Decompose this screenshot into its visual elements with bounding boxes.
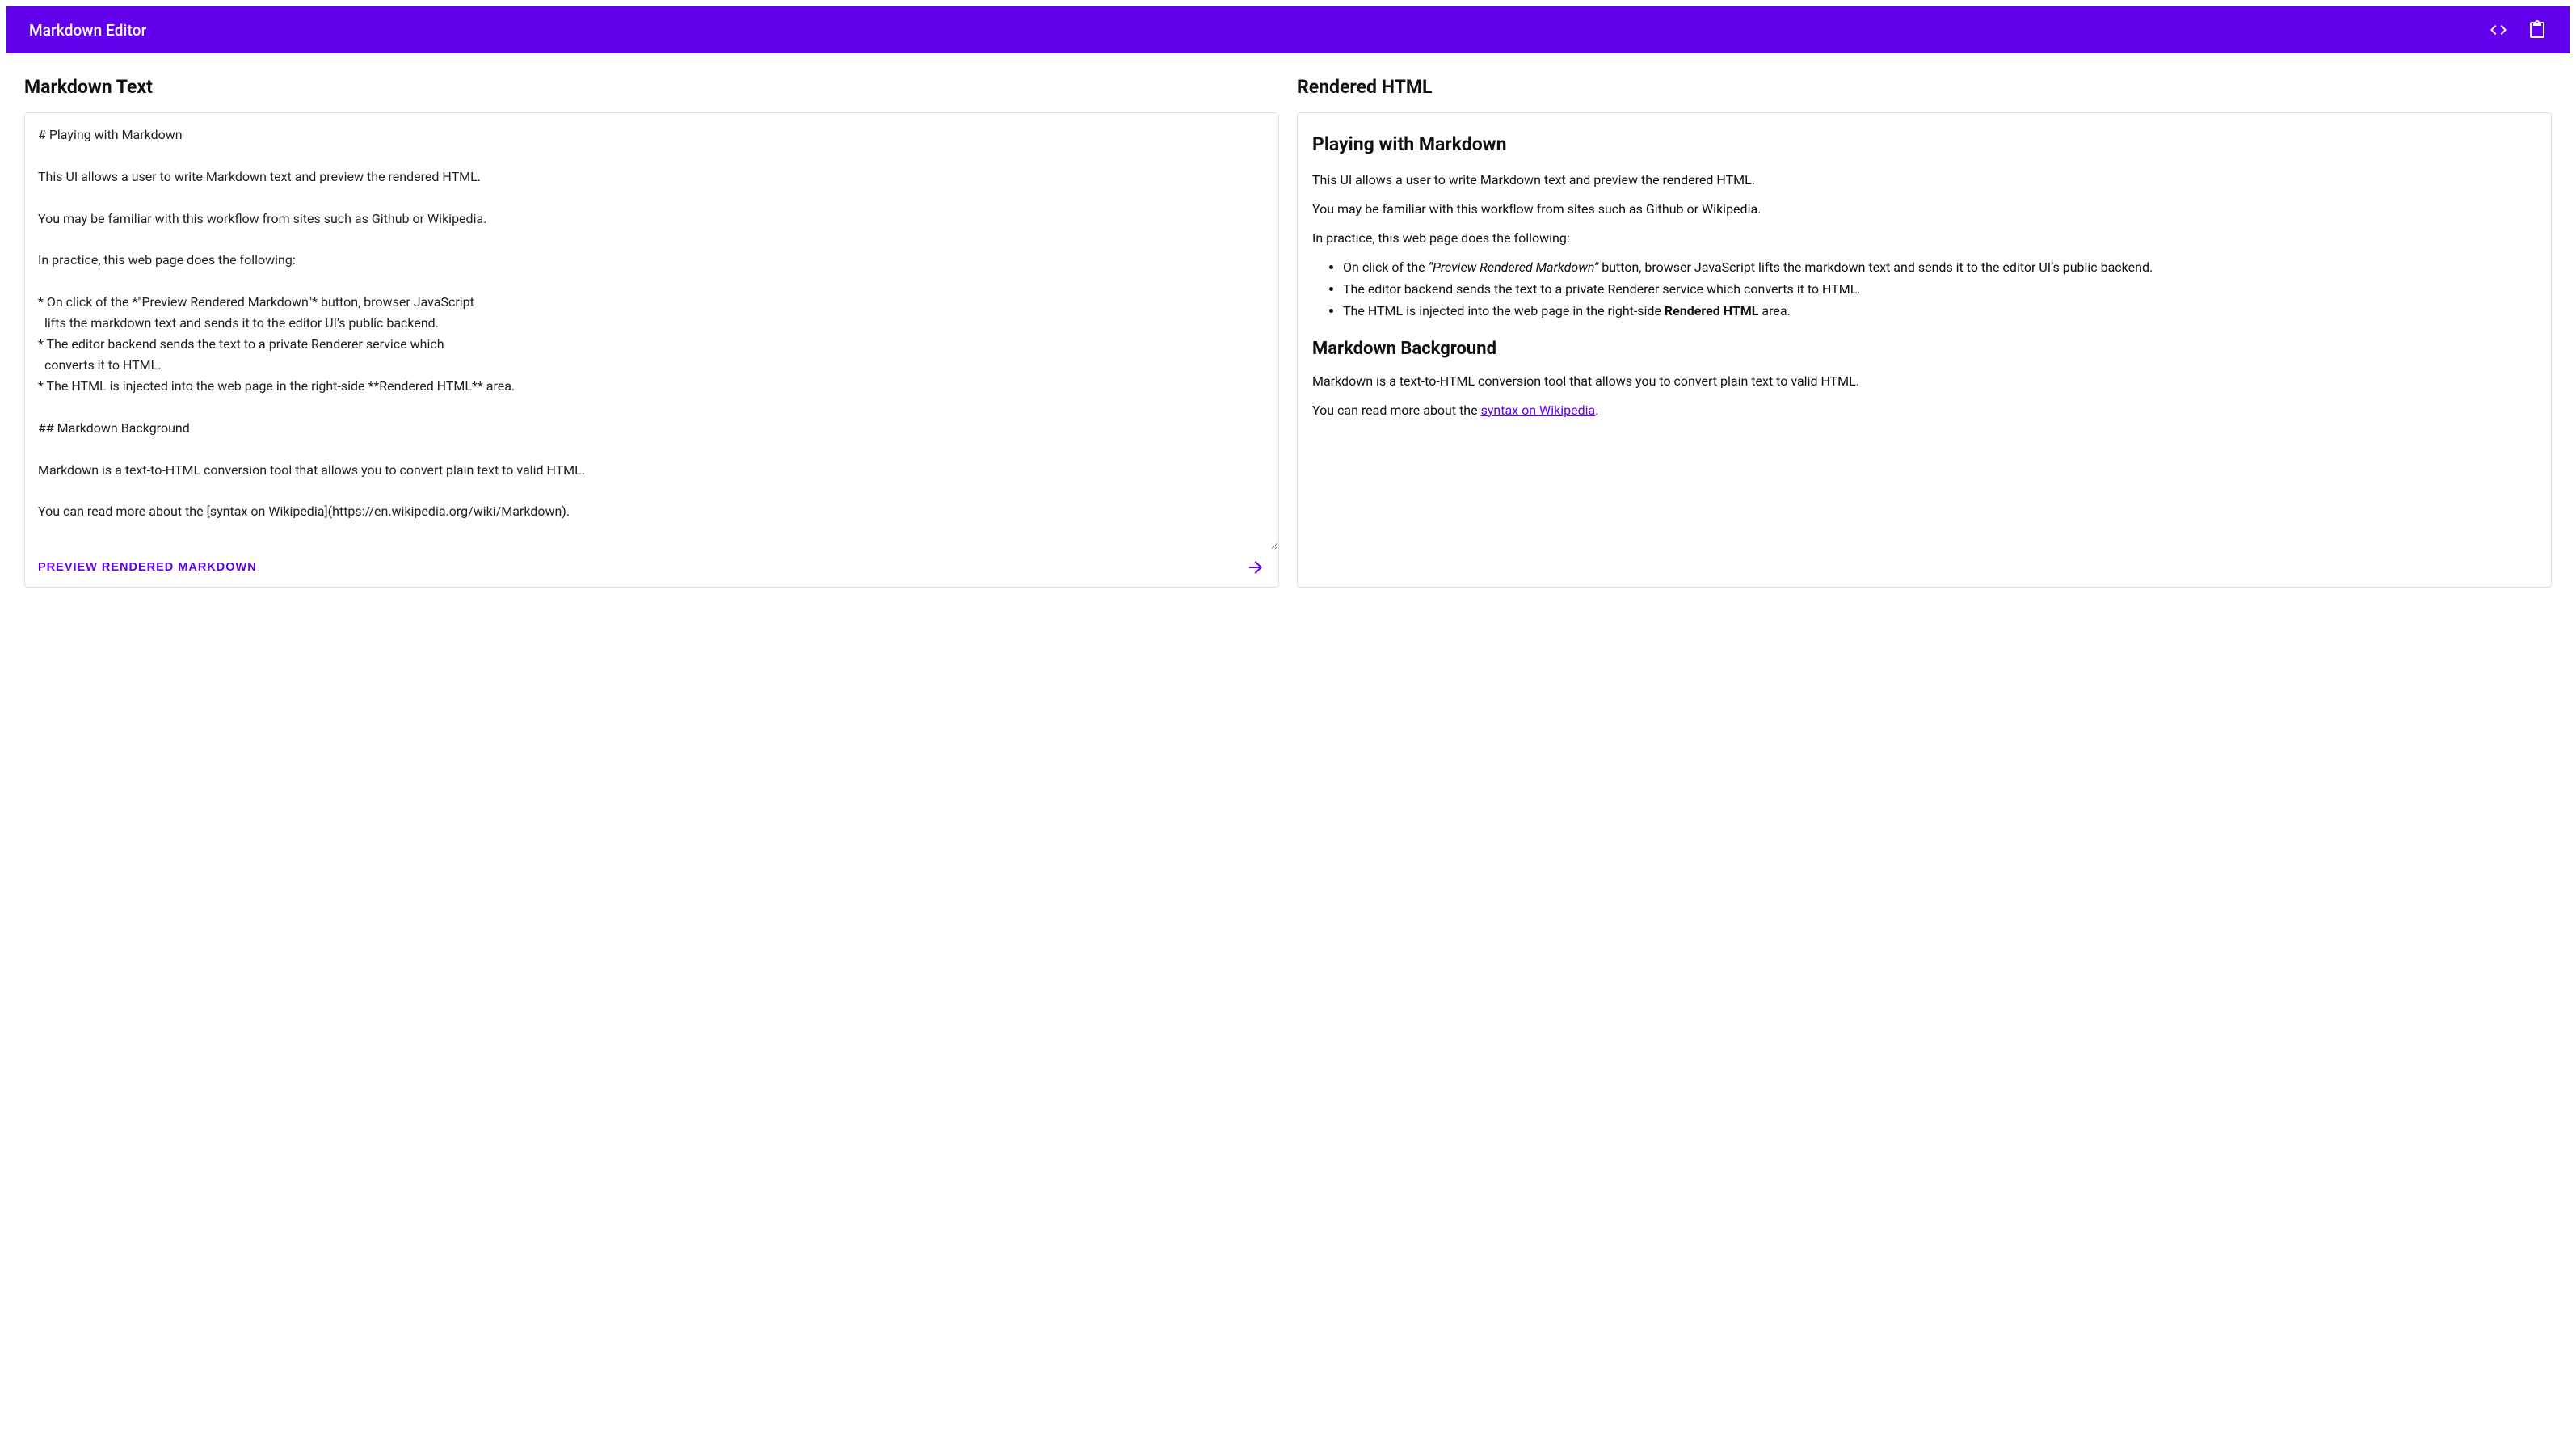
rendered-p: You may be familiar with this workflow f… (1312, 200, 2536, 219)
rendered-html-area: Playing with Markdown This UI allows a u… (1298, 113, 2551, 445)
rendered-h1: Playing with Markdown (1312, 131, 2536, 159)
clipboard-icon[interactable] (2528, 20, 2547, 40)
editor-actions: Preview Rendered Markdown (25, 550, 1278, 587)
rendered-p: This UI allows a user to write Markdown … (1312, 171, 2536, 190)
rendered-h2: Markdown Background (1312, 335, 2536, 362)
app-title: Markdown Editor (29, 21, 2489, 40)
editor-column: Markdown Text Preview Rendered Markdown (24, 76, 1279, 588)
rendered-p: Markdown is a text-to-HTML conversion to… (1312, 372, 2536, 391)
rendered-p: In practice, this web page does the foll… (1312, 229, 2536, 248)
app-bar-actions (2489, 20, 2547, 40)
list-item: The HTML is injected into the web page i… (1343, 301, 2536, 321)
rendered-heading: Rendered HTML (1297, 76, 2552, 98)
rendered-column: Rendered HTML Playing with Markdown This… (1297, 76, 2552, 588)
preview-rendered-button[interactable]: Preview Rendered Markdown (38, 558, 257, 577)
rendered-card: Playing with Markdown This UI allows a u… (1297, 112, 2552, 588)
editor-heading: Markdown Text (24, 76, 1279, 98)
rendered-p: You can read more about the syntax on Wi… (1312, 401, 2536, 420)
app-bar: Markdown Editor (6, 6, 2570, 53)
rendered-ul: On click of the “Preview Rendered Markdo… (1312, 258, 2536, 321)
main-content: Markdown Text Preview Rendered Markdown … (6, 53, 2570, 605)
editor-card: Preview Rendered Markdown (24, 112, 1279, 588)
list-item: The editor backend sends the text to a p… (1343, 280, 2536, 299)
code-icon[interactable] (2489, 20, 2508, 40)
arrow-right-icon[interactable] (1246, 558, 1265, 577)
list-item: On click of the “Preview Rendered Markdo… (1343, 258, 2536, 277)
wikipedia-link[interactable]: syntax on Wikipedia (1481, 403, 1596, 418)
markdown-textarea[interactable] (25, 113, 1278, 550)
